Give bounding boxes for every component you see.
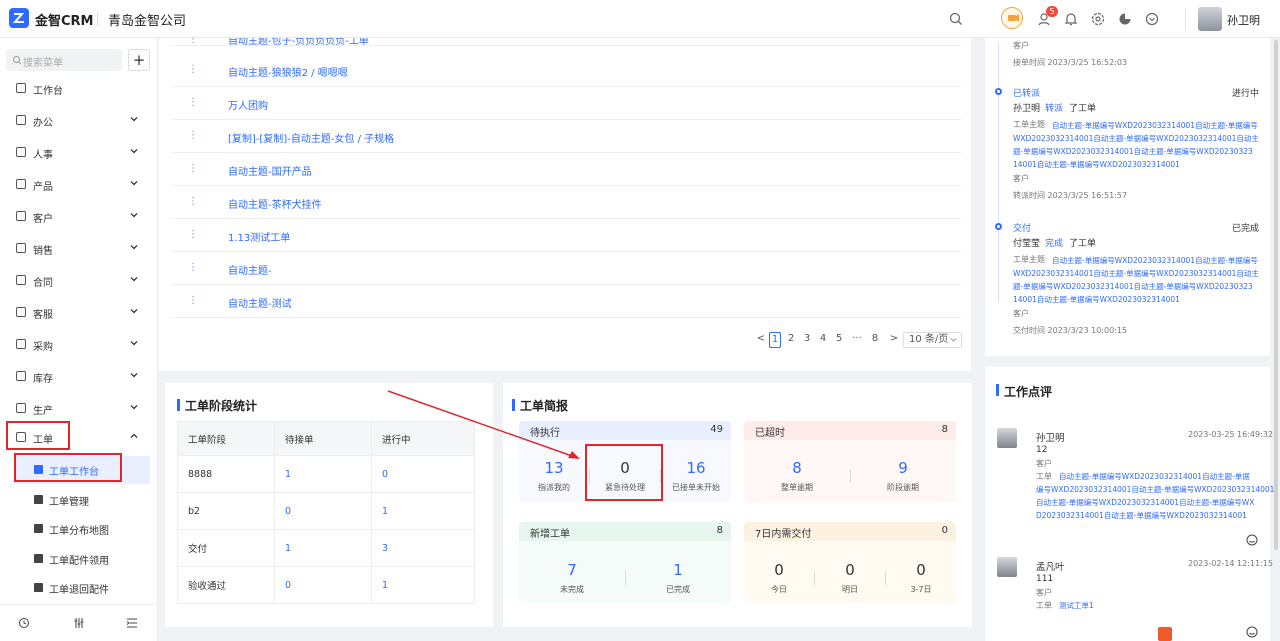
comment-order-link[interactable]: 编号WXD2023032314001自动主题-单据编号WXD2023032314… <box>1036 484 1274 495</box>
comment-order-link[interactable]: 自动主题-单据编号WXD2023032314001自动主题-单据编号WX <box>1036 497 1254 508</box>
timeline-theme-line[interactable]: 14001自动主题-单据编号WXD2023032314001 <box>1013 159 1180 170</box>
timeline-theme-label: 工单主题 <box>1013 255 1045 264</box>
comment-text: 111 <box>1036 574 1054 584</box>
comment-text: 12 <box>1036 445 1048 455</box>
timeline-state: 已完成 <box>1232 224 1260 234</box>
timeline-time: 接单时间 2023/3/25 16:52:03 <box>1013 58 1128 67</box>
timeline-node <box>995 88 1002 95</box>
comment-customer: 客户 <box>1036 588 1052 597</box>
comment-order-link[interactable]: 自动主题-单据编号WXD2023032314001自动主题-单据 <box>1059 471 1250 482</box>
emoji-reaction-icon[interactable] <box>1246 534 1258 546</box>
comment-customer: 客户 <box>1036 459 1052 468</box>
timeline-theme-line[interactable]: WXD2023032314001自动主题-单据编号WXD202303231400… <box>1013 268 1259 279</box>
timeline-time: 转派时间 2023/3/25 16:51:57 <box>1013 191 1128 200</box>
comment-author: 孟凡叶 <box>1036 562 1065 573</box>
comment-time: 2023-03-25 16:49:32 <box>1188 430 1273 439</box>
timeline-status[interactable]: 交付 <box>1013 221 1031 234</box>
timeline-theme-line[interactable]: WXD2023032314001自动主题-单据编号WXD202303231400… <box>1013 133 1259 144</box>
comment-time: 2023-02-14 12:11:15 <box>1188 559 1273 568</box>
timeline-customer: 客户 <box>1013 174 1029 183</box>
comment-order-label: 工单 <box>1036 472 1052 481</box>
timeline-state: 进行中 <box>1232 89 1260 99</box>
timeline-theme-line[interactable]: 题-单据编号WXD2023032314001自动主题-单据编号WXD202303… <box>1013 281 1253 292</box>
comments-title: 工作点评 <box>1004 385 1053 399</box>
timeline-theme-line[interactable]: 自动主题-单据编号WXD2023032314001自动主题-单据编号 <box>1052 120 1258 131</box>
timeline-customer: 客户 <box>1013 41 1029 50</box>
timeline-line <box>998 42 999 302</box>
timeline-actor: 付莹莹 <box>1013 239 1041 249</box>
comment-order-label: 工单 <box>1036 601 1052 610</box>
title-accent-bar <box>996 384 999 396</box>
timeline-target: 了工单 <box>1069 239 1097 249</box>
comment-order-link[interactable]: D2023032314001自动主题-单据编号WXD2023032314001 <box>1036 510 1247 521</box>
timeline-time: 交付时间 2023/3/23 10:00:15 <box>1013 326 1128 335</box>
timeline-status[interactable]: 已转派 <box>1013 86 1040 99</box>
comment-avatar[interactable] <box>997 428 1017 448</box>
timeline-node <box>995 223 1002 230</box>
timeline-action: 转派 <box>1045 104 1064 114</box>
timeline-theme-line[interactable]: 题-单据编号WXD2023032314001自动主题-单据编号WXD202303… <box>1013 146 1253 157</box>
comment-author: 孙卫明 <box>1036 433 1065 444</box>
timeline-action: 完成 <box>1045 239 1064 249</box>
timeline-customer: 客户 <box>1013 309 1029 318</box>
timeline-theme-line[interactable]: 自动主题-单据编号WXD2023032314001自动主题-单据编号 <box>1052 255 1258 266</box>
timeline-theme-label: 工单主题 <box>1013 120 1045 129</box>
emoji-reaction-icon[interactable] <box>1246 626 1258 638</box>
timeline-target: 了工单 <box>1069 104 1097 114</box>
comment-order-link[interactable]: 测试工单1 <box>1059 600 1094 611</box>
timeline-actor: 孙卫明 <box>1013 104 1041 114</box>
comment-avatar[interactable] <box>997 557 1017 577</box>
timeline-theme-line[interactable]: 14001自动主题-单据编号WXD2023032314001 <box>1013 294 1180 305</box>
scrollbar[interactable] <box>1274 40 1278 550</box>
html5-icon <box>1158 627 1172 641</box>
